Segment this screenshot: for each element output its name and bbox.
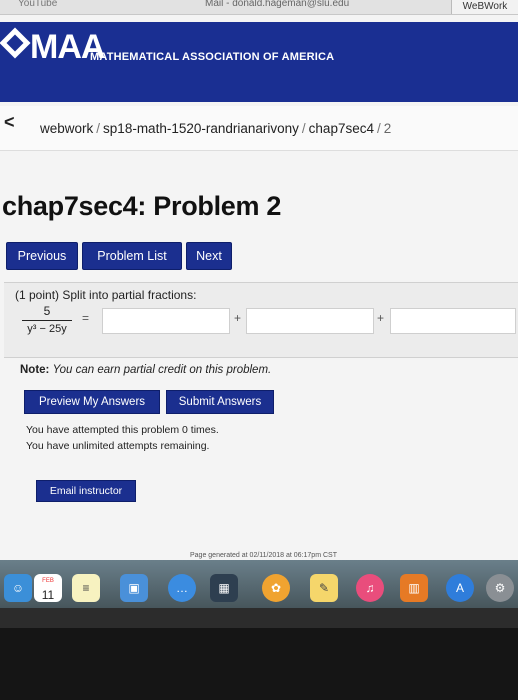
answer-input-3[interactable] — [390, 308, 516, 334]
breadcrumb-problem: 2 — [383, 121, 392, 136]
problem-list-button[interactable]: Problem List — [82, 242, 182, 270]
stickies-icon[interactable]: ✎ — [310, 574, 338, 602]
page-generated-footer: Page generated at 02/11/2018 at 06:17pm … — [190, 552, 337, 559]
notes-icon[interactable]: ≡ — [72, 574, 100, 602]
email-instructor-button[interactable]: Email instructor — [36, 480, 136, 502]
fraction-denominator: y³ − 25y — [27, 323, 67, 335]
breadcrumb: webwork / sp18-math-1520-randrianarivony / c… — [40, 121, 392, 136]
fraction-numerator: 5 — [43, 304, 51, 318]
photos-folder-icon[interactable]: ▣ — [120, 574, 148, 602]
tab-webwork[interactable]: WeBWork — [451, 0, 518, 14]
plus-sign-2: + — [377, 311, 385, 325]
breadcrumb-course[interactable]: sp18-math-1520-randrianarivony — [103, 121, 299, 136]
attempts-text: You have attempted this problem 0 times. — [26, 424, 219, 436]
submit-answers-button[interactable]: Submit Answers — [166, 390, 274, 414]
remaining-text: You have unlimited attempts remaining. — [26, 440, 210, 452]
calendar-day: 11 — [41, 588, 55, 602]
calendar-month: FEB — [42, 578, 54, 584]
messages-icon[interactable]: … — [168, 574, 196, 602]
previous-button[interactable]: Previous — [6, 242, 78, 270]
ibooks-icon[interactable]: ▥ — [400, 574, 428, 602]
laptop-bezel-edge — [0, 608, 518, 628]
tab-mail[interactable]: Mail - donald.hageman@slu.edu — [205, 0, 349, 9]
finder-icon[interactable]: ☺ — [4, 574, 32, 602]
photos-icon[interactable]: ✿ — [262, 574, 290, 602]
fraction: 5 y³ − 25y — [22, 304, 72, 335]
calendar-icon[interactable]: FEB 11 — [34, 574, 62, 602]
browser-screen: YouTube Mail - donald.hageman@slu.edu We… — [0, 0, 518, 560]
page-title: chap7sec4: Problem 2 — [2, 191, 282, 221]
equals-sign: = — [82, 311, 90, 325]
preview-answers-button[interactable]: Preview My Answers — [24, 390, 160, 414]
breadcrumb-set[interactable]: chap7sec4 — [309, 121, 374, 136]
laptop-bezel — [0, 628, 518, 700]
tab-youtube[interactable]: YouTube — [18, 0, 57, 9]
maa-org-name: MATHEMATICAL ASSOCIATION OF AMERICA — [90, 51, 335, 63]
app-store-icon[interactable]: A — [446, 574, 474, 602]
partial-credit-note: Note: You can earn partial credit on thi… — [20, 364, 271, 376]
breadcrumb-webwork[interactable]: webwork — [40, 121, 93, 136]
system-preferences-icon[interactable]: ⚙ — [486, 574, 514, 602]
note-text: You can earn partial credit on this prob… — [52, 364, 272, 376]
note-label: Note: — [20, 364, 50, 376]
itunes-icon[interactable]: ♫ — [356, 574, 384, 602]
plus-sign-1: + — [234, 311, 242, 325]
answer-input-2[interactable] — [246, 308, 374, 334]
answer-input-1[interactable] — [102, 308, 230, 334]
browser-tab-strip: YouTube Mail - donald.hageman@slu.edu We… — [0, 0, 518, 15]
photo-booth-icon[interactable]: ▦ — [210, 574, 238, 602]
next-button[interactable]: Next — [186, 242, 232, 270]
problem-intro: (1 point) Split into partial fractions: — [15, 288, 197, 302]
fraction-bar — [22, 320, 72, 321]
back-chevron-icon[interactable]: < — [4, 112, 15, 133]
